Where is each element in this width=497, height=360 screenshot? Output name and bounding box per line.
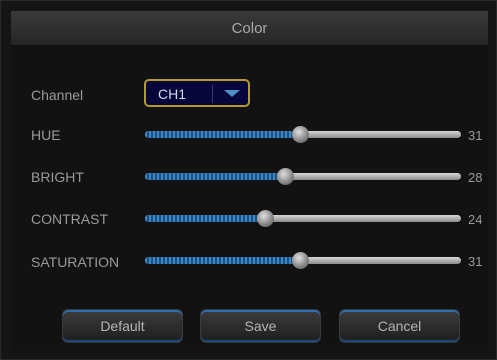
channel-label: Channel bbox=[31, 87, 84, 103]
color-dialog: Color Channel CH1 HUE 31 BRIGHT 28 CONTR… bbox=[0, 0, 497, 360]
saturation-slider[interactable] bbox=[145, 252, 461, 269]
hue-value: 31 bbox=[468, 128, 483, 143]
default-button[interactable]: Default bbox=[62, 309, 183, 343]
saturation-fill bbox=[145, 257, 301, 264]
channel-value: CH1 bbox=[158, 86, 187, 102]
contrast-value: 24 bbox=[468, 212, 483, 227]
saturation-value: 31 bbox=[468, 254, 483, 269]
contrast-slider[interactable] bbox=[145, 210, 461, 227]
bright-fill bbox=[145, 173, 286, 180]
contrast-label: CONTRAST bbox=[31, 211, 108, 227]
bright-value: 28 bbox=[468, 170, 483, 185]
hue-fill bbox=[145, 131, 301, 138]
saturation-label: SATURATION bbox=[31, 254, 120, 270]
channel-select-divider bbox=[212, 85, 213, 103]
bright-label: BRIGHT bbox=[31, 169, 84, 185]
contrast-fill bbox=[145, 215, 266, 222]
chevron-down-icon[interactable] bbox=[224, 90, 240, 97]
cancel-button[interactable]: Cancel bbox=[339, 309, 460, 343]
hue-slider[interactable] bbox=[145, 126, 461, 143]
channel-select[interactable]: CH1 bbox=[144, 79, 250, 107]
dialog-title: Color bbox=[231, 20, 268, 37]
save-button[interactable]: Save bbox=[200, 309, 321, 343]
hue-label: HUE bbox=[31, 127, 61, 143]
bright-slider[interactable] bbox=[145, 168, 461, 185]
title-bar: Color bbox=[11, 11, 488, 46]
